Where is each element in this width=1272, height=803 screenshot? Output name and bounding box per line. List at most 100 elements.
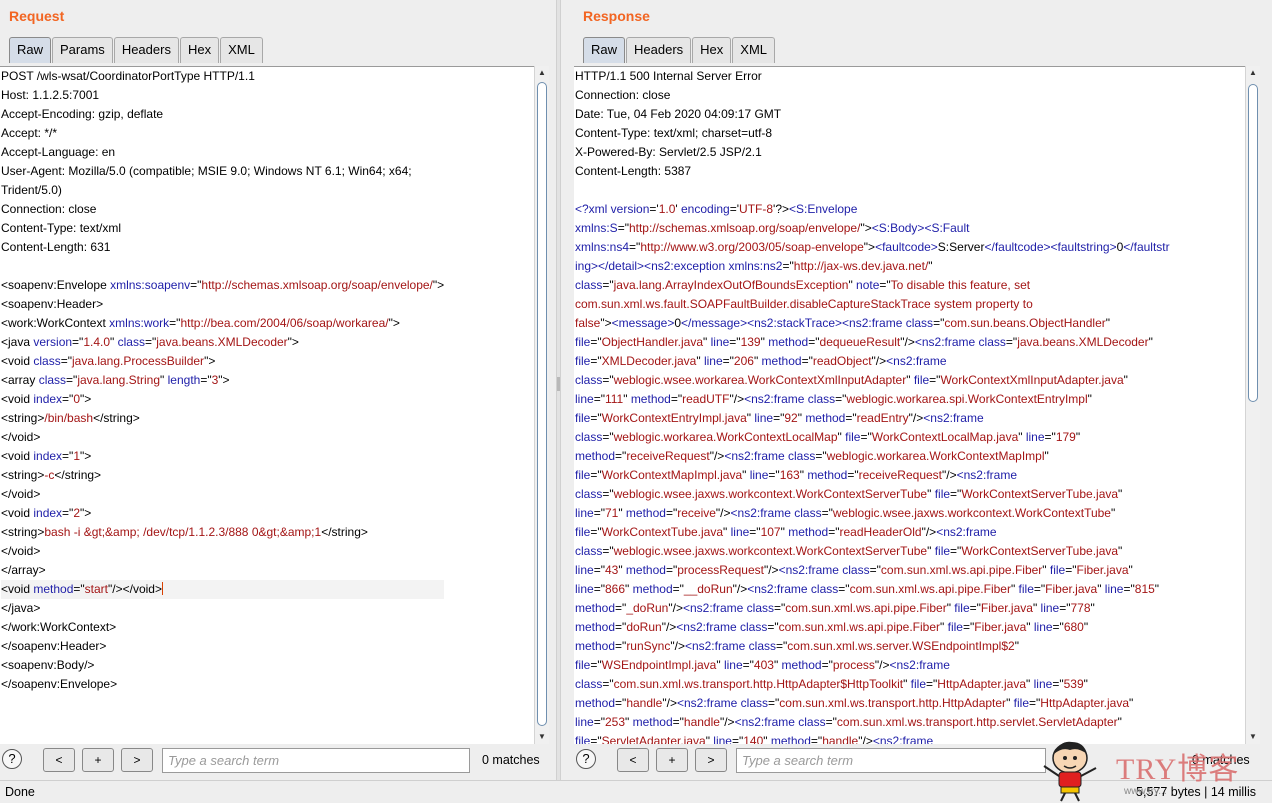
code-token: ": [753, 354, 762, 368]
code-token: file: [910, 677, 927, 691]
search-prev-button[interactable]: <: [617, 748, 649, 772]
code-token: =": [672, 715, 684, 729]
code-token: method: [625, 563, 666, 577]
code-token: <ns2:frame: [872, 734, 934, 744]
code-line: <soapenv:Envelope xmlns:soapenv="http://…: [1, 276, 444, 295]
code-token: file: [954, 601, 970, 615]
code-token: "/>: [763, 563, 779, 577]
response-scrollbar[interactable]: ▲ ▼: [1245, 66, 1260, 744]
code-token: =": [670, 392, 683, 406]
code-token: ">: [860, 221, 872, 235]
code-token: =": [615, 449, 627, 463]
request-search-input[interactable]: Type a search term: [162, 748, 470, 773]
code-token: com.sun.xml.ws.api.pipe.Fiber: [880, 563, 1043, 577]
response-editor[interactable]: HTTP/1.1 500 Internal Server Error Connec…: [574, 66, 1245, 744]
scroll-thumb[interactable]: [1248, 84, 1258, 402]
request-tab-raw[interactable]: Raw: [9, 37, 52, 63]
code-token: WorkContextServerTube.java: [961, 544, 1119, 558]
scroll-thumb[interactable]: [537, 82, 547, 726]
response-tabs: Raw Headers Hex XML: [583, 37, 776, 63]
code-line: class="weblogic.wsee.jaxws.workcontext.W…: [575, 542, 1170, 561]
response-tab-xml[interactable]: XML: [732, 37, 776, 63]
code-token: =": [590, 734, 602, 744]
code-token: Accept-Encoding: gzip, deflate: [1, 107, 164, 121]
code-token: ": [1014, 639, 1019, 653]
code-token: WorkContextLocalMap.java: [871, 430, 1019, 444]
code-token: Fiber.java: [974, 620, 1027, 634]
code-token: ": [1075, 430, 1081, 444]
watermark-subtext: www.try...: [1124, 786, 1167, 797]
code-token: file: [1018, 582, 1034, 596]
code-token: =": [617, 221, 629, 235]
code-token: 815: [1134, 582, 1155, 596]
code-token: class: [575, 373, 603, 387]
code-token: =": [200, 373, 212, 387]
code-token: ": [903, 677, 911, 691]
request-editor[interactable]: POST /wls-wsat/CoordinatorPortType HTTP/…: [0, 66, 534, 744]
scroll-up-arrow-icon[interactable]: ▲: [535, 66, 549, 80]
code-token: <ns2:frame class: [676, 620, 768, 634]
search-next-button[interactable]: >: [121, 748, 153, 772]
code-line: Accept-Encoding: gzip, deflate: [1, 105, 444, 124]
code-token: java.beans.XMLDecoder: [1017, 335, 1149, 349]
code-line: method="_doRun"/><ns2:frame class="com.s…: [575, 599, 1170, 618]
request-tab-xml[interactable]: XML: [220, 37, 263, 63]
code-token: S:Server: [937, 240, 985, 254]
code-line: </void>: [1, 428, 444, 447]
scroll-down-arrow-icon[interactable]: ▼: [535, 730, 549, 744]
code-line: method="doRun"/><ns2:frame class="com.su…: [575, 618, 1170, 637]
code-line: <array class="java.lang.String" length="…: [1, 371, 444, 390]
request-tabs: Raw Params Headers Hex XML: [9, 37, 264, 63]
code-token: weblogic.workarea.WorkContextLocalMap: [613, 430, 838, 444]
search-add-button[interactable]: +: [82, 748, 114, 772]
help-icon[interactable]: ?: [576, 749, 596, 769]
code-token: =": [66, 373, 78, 387]
code-token: ": [1118, 544, 1123, 558]
code-token: com.sun.xml.ws.transport.http.HttpAdapte…: [779, 696, 1007, 710]
response-pane: Response Raw Headers Hex XML HTTP/1.1 50…: [561, 0, 1272, 780]
code-token: class: [575, 487, 603, 501]
code-token: method: [625, 506, 666, 520]
code-token: file: [575, 525, 591, 539]
code-token: =": [590, 525, 602, 539]
response-search-input[interactable]: Type a search term: [736, 748, 1046, 773]
code-token: </java>: [1, 601, 41, 615]
code-token: ": [1010, 582, 1019, 596]
code-token: X-Powered-By: Servlet/2.5 JSP/2.1: [575, 145, 762, 159]
request-tab-params[interactable]: Params: [52, 37, 113, 63]
code-token: </soapenv:Header>: [1, 639, 107, 653]
search-prev-button[interactable]: <: [43, 748, 75, 772]
splitter-grip[interactable]: [557, 377, 560, 391]
code-token: method: [33, 582, 74, 596]
code-token: <ns2:frame class: [778, 563, 870, 577]
scroll-up-arrow-icon[interactable]: ▲: [1246, 66, 1260, 80]
code-token: <S:Body>: [871, 221, 925, 235]
code-token: ": [1032, 601, 1041, 615]
code-line: <java version="1.4.0" class="java.beans.…: [1, 333, 444, 352]
response-title: Response: [583, 8, 650, 24]
code-token: file: [1013, 696, 1029, 710]
code-token: Accept: */*: [1, 126, 58, 140]
code-token: =": [768, 696, 780, 710]
request-tab-headers[interactable]: Headers: [113, 37, 179, 63]
watermark: TRY博客 www.try...: [1032, 738, 1268, 802]
code-token: HttpAdapter.java: [1040, 696, 1130, 710]
code-line: </void>: [1, 485, 444, 504]
code-line: <?xml version='1.0' encoding='UTF-8'?><S…: [575, 200, 1170, 219]
response-tab-hex[interactable]: Hex: [692, 37, 732, 63]
search-next-button[interactable]: >: [695, 748, 727, 772]
help-icon[interactable]: ?: [2, 749, 22, 769]
code-token: index: [33, 392, 63, 406]
code-token: ">: [80, 392, 92, 406]
request-tab-hex[interactable]: Hex: [179, 37, 220, 63]
code-token: runSync: [626, 639, 671, 653]
code-token: ">: [600, 316, 612, 330]
code-token: =": [169, 316, 181, 330]
response-tab-raw[interactable]: Raw: [583, 37, 626, 63]
code-line: file="WorkContextMapImpl.java" line="163…: [575, 466, 1170, 485]
response-tab-headers[interactable]: Headers: [626, 37, 692, 63]
request-scrollbar[interactable]: ▲ ▼: [534, 66, 549, 744]
search-add-button[interactable]: +: [656, 748, 688, 772]
code-token: ": [1105, 316, 1111, 330]
code-token: process: [832, 658, 875, 672]
